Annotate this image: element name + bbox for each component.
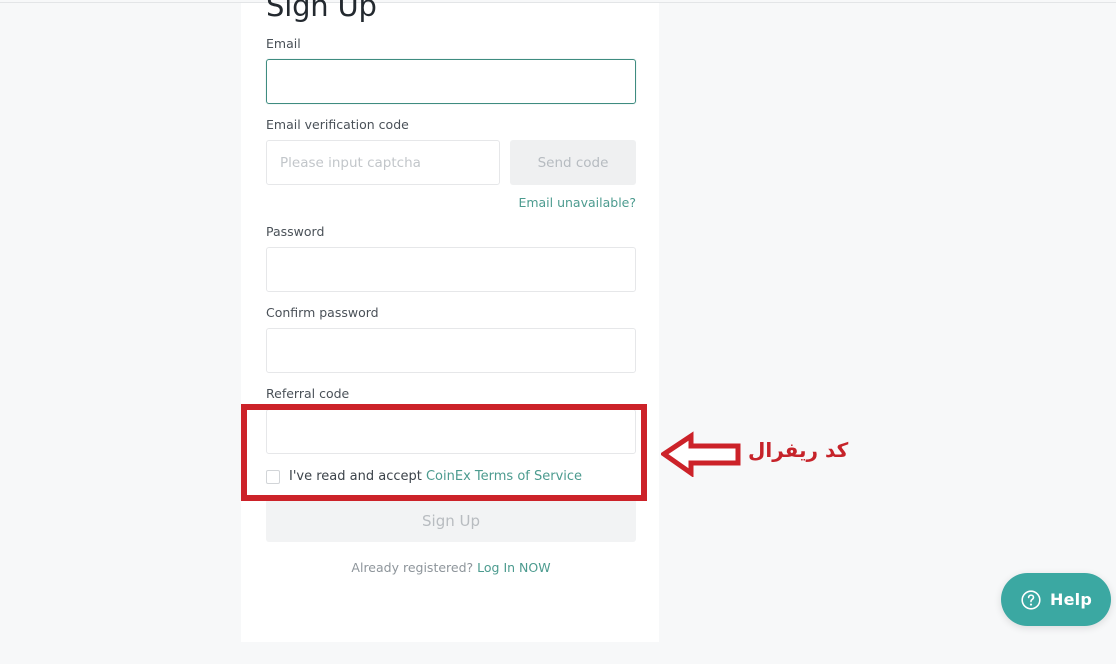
terms-text: I've read and accept CoinEx Terms of Ser…	[289, 469, 582, 485]
log-in-now-link[interactable]: Log In NOW	[477, 560, 550, 575]
confirm-password-field-group: Confirm password	[266, 305, 636, 373]
page-root: Sign Up Email Email verification code Se…	[0, 0, 1116, 664]
signup-submit-button[interactable]: Sign Up	[266, 499, 636, 542]
password-field-group: Password	[266, 224, 636, 292]
help-button[interactable]: Help	[1001, 573, 1111, 626]
referral-code-label: Referral code	[266, 386, 350, 401]
already-registered-row: Already registered? Log In NOW	[266, 560, 636, 575]
referral-code-field-group: Referral code	[266, 386, 636, 454]
password-input[interactable]	[266, 247, 636, 292]
signup-card: Sign Up Email Email verification code Se…	[241, 0, 659, 642]
email-input[interactable]	[266, 59, 636, 104]
verification-row: Send code	[266, 140, 636, 185]
left-arrow-icon	[659, 429, 741, 478]
question-circle-icon	[1020, 589, 1042, 611]
confirm-password-input[interactable]	[266, 328, 636, 373]
confirm-password-label: Confirm password	[266, 305, 379, 320]
email-unavailable-row: Email unavailable?	[266, 192, 636, 211]
referral-code-input[interactable]	[266, 409, 636, 454]
terms-checkbox[interactable]	[266, 470, 280, 484]
email-label: Email	[266, 36, 301, 51]
send-code-button[interactable]: Send code	[510, 140, 636, 185]
terms-prefix-text: I've read and accept	[289, 469, 426, 484]
verification-code-input[interactable]	[266, 140, 500, 185]
verification-code-label: Email verification code	[266, 117, 409, 132]
email-unavailable-link[interactable]: Email unavailable?	[518, 195, 636, 210]
terms-of-service-link[interactable]: CoinEx Terms of Service	[426, 469, 582, 484]
verification-field-group: Email verification code Send code Email …	[266, 117, 636, 211]
already-registered-text: Already registered?	[351, 560, 478, 575]
page-title: Sign Up	[266, 0, 377, 23]
help-button-label: Help	[1050, 590, 1092, 609]
password-label: Password	[266, 224, 325, 239]
terms-row: I've read and accept CoinEx Terms of Ser…	[266, 469, 636, 485]
annotation-label: کد ریفرال	[748, 438, 849, 462]
email-field-group: Email	[266, 36, 636, 104]
